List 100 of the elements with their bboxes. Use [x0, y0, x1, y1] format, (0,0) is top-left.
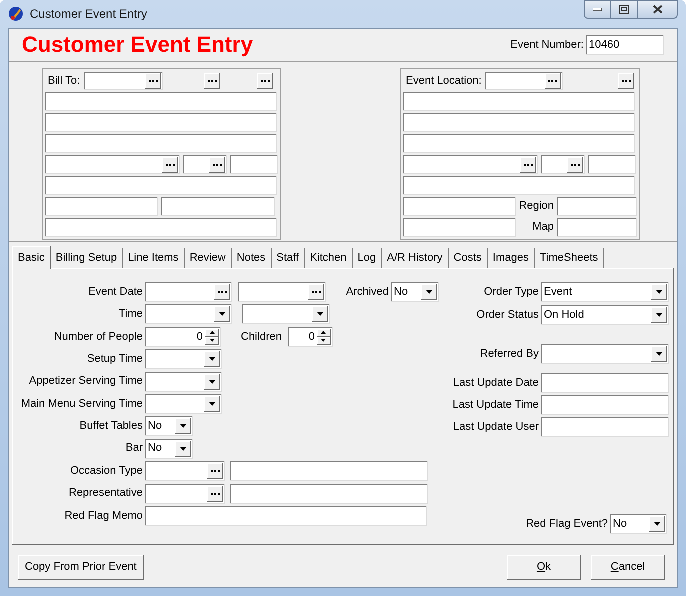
lookup-field[interactable] [145, 484, 225, 504]
dropdown-button[interactable] [649, 516, 665, 532]
input-field[interactable] [557, 218, 637, 237]
lookup-field[interactable] [541, 155, 585, 174]
field-label: Bar [124, 441, 143, 456]
lookup-field[interactable] [145, 282, 232, 302]
caret-down-icon [208, 357, 216, 362]
lookup-field[interactable] [145, 461, 225, 482]
dropdown-button[interactable] [421, 284, 437, 300]
input-field[interactable] [45, 92, 277, 111]
ellipsis-button[interactable] [145, 73, 162, 89]
lookup-field[interactable] [45, 155, 180, 174]
dialog-button[interactable]: Cancel [591, 555, 665, 580]
field-label: Referred By [480, 346, 539, 362]
field-label: Main Menu Serving Time [20, 396, 143, 412]
dropdown-field[interactable]: Event [541, 282, 669, 302]
input-field[interactable] [161, 197, 275, 216]
input-field[interactable] [145, 506, 427, 526]
dropdown-field[interactable]: On Hold [541, 305, 669, 325]
input-field[interactable] [45, 134, 277, 153]
dropdown-button[interactable] [204, 351, 220, 368]
maximize-button[interactable] [611, 0, 638, 19]
ellipsis-button[interactable] [204, 73, 220, 89]
dropdown-field[interactable]: No [145, 438, 193, 459]
dropdown-field[interactable] [541, 344, 669, 364]
up-icon [210, 331, 214, 334]
input-field[interactable] [403, 218, 516, 237]
input-field[interactable]: 10460 [586, 35, 664, 55]
close-button[interactable] [638, 0, 678, 19]
dropdown-field[interactable]: No [610, 514, 667, 534]
input-field[interactable] [588, 155, 636, 174]
input-field[interactable] [403, 134, 635, 153]
input-field[interactable] [45, 176, 277, 195]
ellipsis-button[interactable] [567, 156, 583, 172]
input-field[interactable] [557, 197, 637, 216]
dialog-button[interactable]: Ok [507, 555, 581, 580]
lookup-field[interactable] [238, 282, 326, 302]
dropdown-button[interactable] [214, 306, 230, 322]
spin-up-button[interactable] [205, 328, 219, 337]
ellipsis-button[interactable] [257, 73, 274, 89]
caret-down-icon [180, 446, 186, 451]
dropdown-button[interactable] [651, 284, 667, 300]
dropdown-field[interactable]: No [391, 282, 439, 302]
ellipsis-button[interactable] [162, 156, 178, 172]
lookup-field[interactable] [183, 155, 227, 174]
dropdown-button[interactable] [175, 440, 191, 457]
down-icon [210, 339, 214, 342]
dropdown-button[interactable] [312, 306, 328, 322]
up-icon [321, 331, 326, 334]
field-label: Bill To: [48, 74, 80, 89]
ellipsis-button[interactable] [207, 463, 223, 480]
input-field[interactable] [230, 461, 428, 482]
dropdown-field[interactable] [145, 349, 222, 370]
caret-down-icon [654, 522, 660, 526]
field-label: Archived [346, 286, 389, 298]
ellipsis-button[interactable] [207, 486, 223, 502]
dropdown-button[interactable] [651, 346, 667, 362]
lookup-field[interactable] [403, 155, 538, 174]
ellipsis-button[interactable] [544, 73, 561, 89]
dropdown-field[interactable] [145, 372, 222, 392]
ellipsis-button[interactable] [214, 284, 230, 300]
spin-field[interactable]: 0 [288, 326, 333, 347]
lookup-field[interactable] [484, 72, 563, 90]
input-field[interactable] [230, 484, 428, 504]
input-field[interactable] [403, 92, 635, 111]
dropdown-field[interactable] [242, 304, 330, 324]
input-field[interactable] [403, 197, 516, 216]
field-label: Occasion Type [69, 464, 143, 479]
minimize-button[interactable] [584, 0, 611, 19]
dropdown-button[interactable] [204, 374, 220, 390]
maximize-icon [619, 5, 629, 14]
input-field[interactable] [45, 197, 158, 216]
input-field[interactable] [45, 113, 277, 132]
tab[interactable]: Basic [12, 246, 51, 269]
dropdown-button[interactable] [204, 396, 220, 412]
input-field[interactable] [541, 417, 669, 437]
field-label: Time [118, 307, 143, 322]
ellipsis-button[interactable] [308, 284, 324, 300]
input-field[interactable] [541, 373, 669, 393]
input-field[interactable] [403, 176, 635, 195]
ellipsis-button[interactable] [209, 156, 225, 172]
lookup-field[interactable] [84, 72, 164, 90]
dropdown-field[interactable]: No [145, 416, 193, 436]
dropdown-button[interactable] [651, 307, 667, 323]
spin-field[interactable]: 0 [145, 326, 221, 347]
caret-down-icon [316, 312, 324, 316]
input-field[interactable] [403, 113, 635, 132]
dropdown-button[interactable] [175, 418, 191, 434]
dropdown-field[interactable] [145, 394, 222, 414]
input-field[interactable] [45, 218, 277, 237]
ellipsis-button[interactable] [520, 156, 536, 172]
dropdown-field[interactable] [145, 304, 232, 324]
ellipsis-button[interactable] [618, 73, 634, 89]
input-field[interactable] [541, 395, 669, 415]
field-label: Last Update User [453, 420, 539, 435]
dialog-button[interactable]: Copy From Prior Event [18, 555, 144, 580]
caret-down-icon [208, 402, 216, 406]
field-label: Appetizer Serving Time [28, 374, 143, 390]
input-field[interactable] [230, 155, 278, 174]
spin-up-button[interactable] [316, 328, 331, 337]
